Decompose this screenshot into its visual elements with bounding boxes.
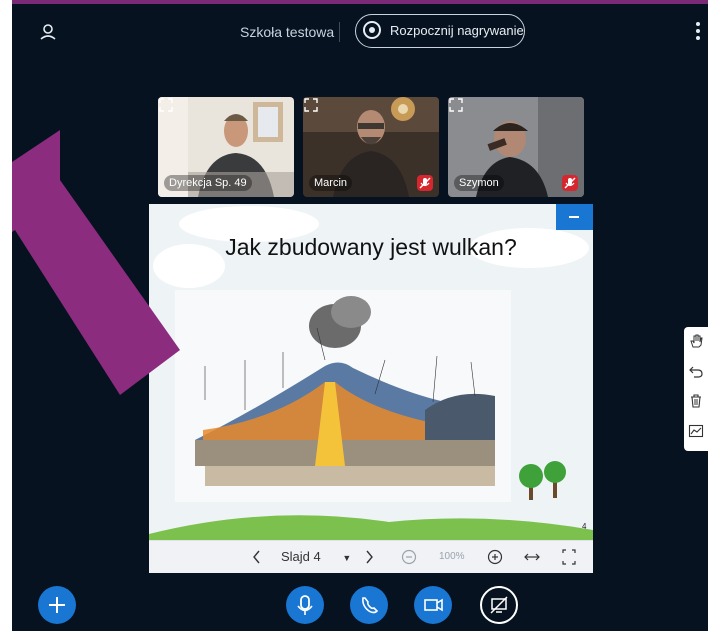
left-edge-strip — [0, 0, 12, 631]
slide-select-value: Slajd 4 — [281, 549, 321, 564]
chevron-right-icon — [366, 550, 373, 564]
phone-icon — [362, 597, 379, 614]
undo-icon — [689, 366, 703, 378]
slide-title: Jak zbudowany jest wulkan? — [225, 234, 517, 260]
whiteboard-tools — [684, 327, 708, 451]
zoom-in-icon — [487, 549, 503, 565]
whiteboard-icon — [688, 424, 704, 438]
next-slide-button[interactable] — [363, 541, 375, 573]
fullscreen-icon[interactable] — [448, 97, 464, 113]
trash-icon — [691, 394, 701, 408]
microphone-icon — [297, 595, 313, 615]
zoom-out-icon — [401, 549, 417, 565]
presentation-slide[interactable]: Jak zbudowany jest wulkan? — [149, 204, 593, 540]
webcam-tile[interactable]: Marcin — [303, 97, 439, 197]
volcano-illustration — [175, 290, 511, 502]
screen-share-off-icon — [490, 596, 508, 614]
actions-plus-button[interactable] — [38, 586, 76, 624]
pan-tool-button[interactable] — [688, 333, 704, 349]
plus-icon — [49, 597, 65, 613]
user-icon — [40, 24, 56, 40]
undo-button[interactable] — [688, 363, 704, 379]
zoom-in-button[interactable] — [487, 541, 503, 573]
caret-down-icon: ▼ — [342, 553, 352, 563]
screen-share-button[interactable] — [480, 586, 518, 624]
multi-user-whiteboard-button[interactable] — [688, 423, 704, 439]
webcam-name: Szymon — [454, 175, 504, 191]
muted-microphone-icon — [562, 175, 578, 191]
header-divider — [339, 22, 340, 42]
webcam-name: Marcin — [309, 175, 353, 191]
microphone-button[interactable] — [286, 586, 324, 624]
user-list-button[interactable] — [38, 22, 58, 42]
zoom-level: 100% — [439, 551, 465, 562]
audio-call-button[interactable] — [350, 586, 388, 624]
camera-button[interactable] — [414, 586, 452, 624]
video-camera-icon — [424, 598, 443, 612]
start-recording-button[interactable]: Rozpocznij nagrywanie — [355, 14, 525, 48]
muted-microphone-icon — [417, 175, 433, 191]
webcam-tile[interactable]: Szymon — [448, 97, 584, 197]
slide-page-number: 4 — [582, 522, 587, 531]
clear-annotations-button[interactable] — [688, 393, 704, 409]
options-menu-button[interactable] — [695, 22, 701, 44]
fit-width-button[interactable] — [523, 541, 541, 573]
record-label: Rozpocznij nagrywanie — [390, 23, 524, 38]
presentation-toolbar: Slajd 4 ▼ 100% — [149, 540, 593, 573]
fullscreen-icon[interactable] — [158, 97, 174, 113]
previous-slide-button[interactable] — [251, 541, 263, 573]
zoom-out-button[interactable] — [401, 541, 417, 573]
fullscreen-icon — [562, 549, 576, 565]
fullscreen-presentation-button[interactable] — [561, 541, 577, 573]
chevron-left-icon — [253, 550, 260, 564]
slide-select[interactable]: Slajd 4 ▼ — [281, 541, 351, 573]
purple-arrow-annotation — [12, 130, 180, 395]
fullscreen-icon[interactable] — [303, 97, 319, 113]
record-icon — [363, 21, 381, 39]
fit-width-icon — [524, 553, 540, 561]
hand-icon — [690, 334, 703, 348]
room-title: Szkoła testowa — [240, 24, 335, 40]
minimize-presentation-button[interactable] — [556, 204, 593, 230]
conference-app: Szkoła testowa Rozpocznij nagrywanie Dyr… — [12, 4, 708, 631]
